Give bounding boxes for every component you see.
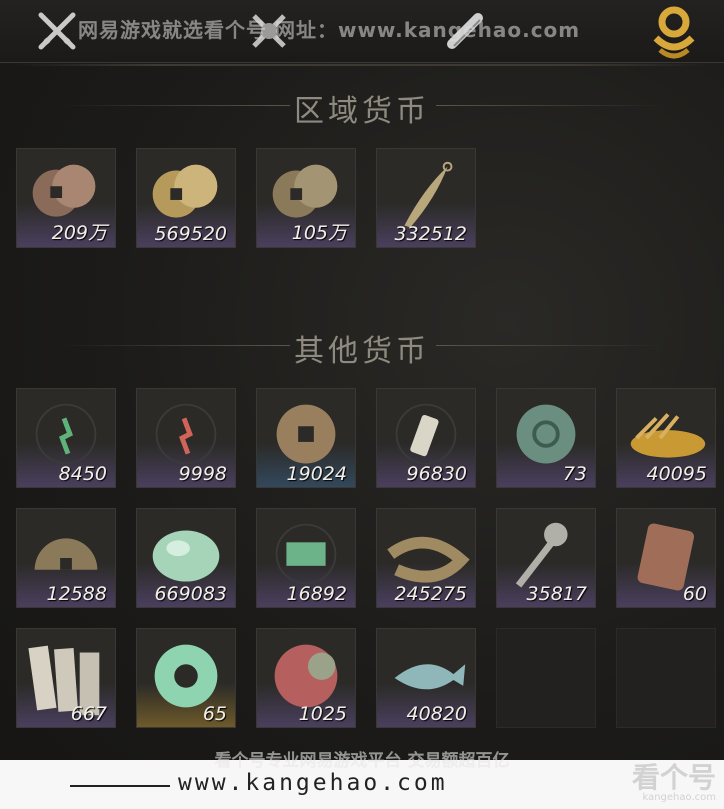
item-count: 12588 (46, 583, 107, 605)
item-count: 73 (562, 463, 587, 485)
item-count: 9998 (178, 463, 227, 485)
empty-slot (616, 628, 716, 728)
other-currency-slot[interactable]: 73 (496, 388, 596, 488)
other-currency-slot[interactable]: 8450 (16, 388, 116, 488)
gold-coin-tab-icon[interactable] (648, 4, 700, 60)
other-currency-slot[interactable]: 669083 (136, 508, 236, 608)
other-currency-slot[interactable]: 65 (136, 628, 236, 728)
header-divider (14, 64, 710, 66)
banner-rule (70, 785, 170, 787)
site-url[interactable]: www.kangehao.com (178, 770, 448, 796)
item-count: 16892 (286, 583, 347, 605)
item-count: 40095 (646, 463, 707, 485)
empty-slot (496, 628, 596, 728)
item-count: 96830 (406, 463, 467, 485)
crossed-swords-icon[interactable] (32, 6, 82, 56)
other-currency-slot[interactable]: 60 (616, 508, 716, 608)
top-tab-bar: 网易游戏就选看个号 网址：www.kangehao.com (0, 0, 724, 63)
item-count: 669083 (154, 583, 227, 605)
other-currency-slot[interactable]: 96830 (376, 388, 476, 488)
item-count: 8450 (58, 463, 107, 485)
item-count: 332512 (394, 223, 467, 245)
other-currency-slot[interactable]: 245275 (376, 508, 476, 608)
regional-currency-title: 区域货币 (0, 86, 724, 130)
item-count: 60 (682, 583, 707, 605)
brand-logo: 看个号 kangehao.com (631, 761, 716, 803)
other-currency-slot[interactable]: 667 (16, 628, 116, 728)
other-currency-slot[interactable]: 35817 (496, 508, 596, 608)
item-count: 209万 (51, 222, 107, 244)
other-currency-slot[interactable]: 40095 (616, 388, 716, 488)
regional-currency-slot[interactable]: 209万 (16, 148, 116, 248)
other-currency-slot[interactable]: 9998 (136, 388, 236, 488)
other-currency-slot[interactable]: 1025 (256, 628, 356, 728)
regional-currency-slot[interactable]: 332512 (376, 148, 476, 248)
watermark-text: 网易游戏就选看个号 网址：www.kangehao.com (78, 18, 581, 42)
item-count: 667 (70, 703, 107, 725)
other-currency-title: 其他货币 (0, 326, 724, 370)
item-count: 35817 (526, 583, 587, 605)
item-count: 40820 (406, 703, 467, 725)
other-currency-slot[interactable]: 40820 (376, 628, 476, 728)
item-count: 569520 (154, 223, 227, 245)
item-count: 65 (202, 703, 227, 725)
regional-currency-slot[interactable]: 105万 (256, 148, 356, 248)
regional-currency-slot[interactable]: 569520 (136, 148, 236, 248)
item-count: 245275 (394, 583, 467, 605)
other-currency-slot[interactable]: 19024 (256, 388, 356, 488)
item-count: 19024 (286, 463, 347, 485)
other-currency-slot[interactable]: 16892 (256, 508, 356, 608)
other-currency-slot[interactable]: 12588 (16, 508, 116, 608)
bottom-banner: 看个号专业网易游戏平台 交易额超百亿 www.kangehao.com 看个号 … (0, 751, 724, 809)
slogan-text: 看个号专业网易游戏平台 交易额超百亿 (214, 751, 510, 771)
item-count: 1025 (298, 703, 347, 725)
item-count: 105万 (291, 222, 347, 244)
